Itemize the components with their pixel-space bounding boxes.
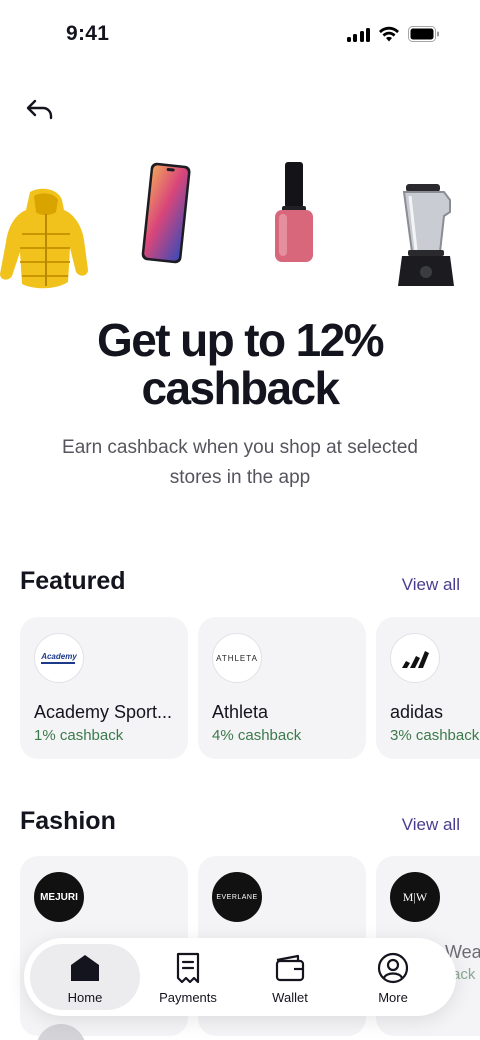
adidas-logo [390, 633, 440, 683]
nav-home[interactable]: Home [30, 944, 140, 1010]
wallet-icon [275, 954, 305, 982]
hero-title: Get up to 12% cashback [0, 316, 480, 412]
fashion-section-title: Fashion [20, 807, 116, 835]
cashback-rate: 4% cashback [212, 727, 302, 744]
nav-label: Home [67, 990, 103, 1005]
everlane-logo: EVERLANE [212, 872, 262, 922]
nav-payments[interactable]: Payments [133, 944, 243, 1010]
status-bar: 9:41 [0, 0, 480, 72]
mw-logo: M|W [390, 872, 440, 922]
featured-section-title: Featured [20, 567, 126, 595]
blender-image [398, 184, 454, 286]
status-icons [346, 26, 441, 42]
puffer-jacket-image [0, 188, 88, 289]
user-circle-icon [377, 952, 409, 984]
back-button[interactable] [22, 94, 58, 126]
battery-icon [408, 26, 439, 42]
nail-polish-image [275, 162, 313, 262]
receipt-icon [176, 952, 200, 984]
athleta-logo: ATHLETA [212, 633, 262, 683]
cashback-rate: 3% cashback [390, 727, 480, 744]
fashion-view-all-link[interactable]: View all [402, 815, 460, 835]
nav-label: Payments [159, 990, 217, 1005]
featured-view-all-link[interactable]: View all [402, 575, 460, 595]
nav-label: Wallet [272, 990, 308, 1005]
hero-title-line1: Get up to 12% [97, 314, 385, 366]
status-time: 9:41 [66, 22, 110, 45]
back-arrow-icon [26, 99, 53, 120]
store-card-adidas[interactable]: adidas 3% cashback [376, 617, 480, 759]
store-name: adidas [390, 702, 444, 722]
home-icon [71, 955, 99, 981]
nav-label: More [378, 990, 408, 1005]
featured-card-row: Academy Academy Sport... 1% cashback ATH… [20, 617, 480, 763]
store-card-academy[interactable]: Academy Academy Sport... 1% cashback [20, 617, 188, 759]
store-name: Academy Sport... [34, 702, 173, 722]
wifi-icon [379, 26, 399, 42]
adidas-stripes-icon [402, 651, 429, 668]
cashback-rate: 1% cashback [34, 727, 124, 744]
nav-more[interactable]: More [338, 944, 448, 1010]
store-card-athleta[interactable]: ATHLETA Athleta 4% cashback [198, 617, 366, 759]
mejuri-logo: MEJURI [34, 872, 84, 922]
hero-title-line2: cashback [141, 362, 341, 414]
academy-logo: Academy [34, 633, 84, 683]
hero-subtitle: Earn cashback when you shop at selected … [62, 437, 418, 488]
nav-wallet[interactable]: Wallet [235, 944, 345, 1010]
smartphone-image [141, 162, 191, 264]
bottom-nav: Home Payments Wallet More [24, 938, 456, 1016]
store-name: Athleta [212, 702, 269, 722]
signal-icon [346, 26, 370, 42]
